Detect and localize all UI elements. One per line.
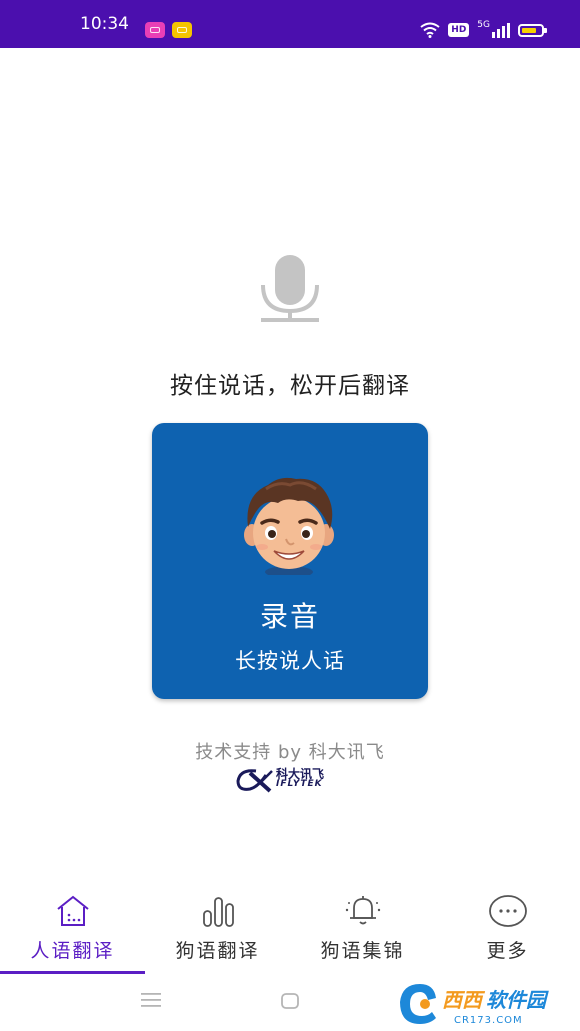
microphone-icon	[261, 255, 319, 322]
iflytek-logo: 科大讯飞 IFLYTEK	[236, 765, 346, 793]
tab-human-translate[interactable]: 人语翻译	[0, 880, 145, 975]
bottom-nav: 人语翻译 狗语翻译 狗语集锦 更多	[0, 880, 580, 975]
instruction-text: 按住说话，松开后翻译	[170, 373, 410, 399]
avatar-icon	[244, 477, 334, 575]
more-icon	[488, 895, 527, 927]
system-nav-bar: 西西 软件园 CR173.COM	[0, 980, 580, 1031]
signal-icon	[492, 23, 510, 38]
iflytek-logo-en: IFLYTEK	[276, 779, 323, 789]
home-icon	[56, 895, 89, 926]
bars-icon	[202, 897, 234, 927]
hd-badge: HD	[448, 23, 470, 37]
status-time: 10:34	[80, 14, 129, 34]
watermark-logo: 西西 软件园 CR173.COM	[400, 984, 549, 1026]
record-title: 录音	[259, 600, 320, 633]
network-type-label: 5G	[477, 19, 490, 30]
tab-label: 人语翻译	[30, 940, 115, 962]
battery-icon	[518, 23, 547, 37]
svg-text:西西: 西西	[442, 988, 486, 1012]
svg-text:CR173.COM: CR173.COM	[454, 1015, 523, 1026]
home-button-icon[interactable]	[281, 993, 299, 1009]
menu-icon[interactable]	[141, 993, 161, 1007]
svg-text:软件园: 软件园	[486, 988, 549, 1012]
bell-icon	[345, 896, 380, 925]
tab-dog-translate[interactable]: 狗语翻译	[145, 880, 290, 975]
tab-label: 更多	[486, 940, 529, 962]
iflytek-mark-icon	[236, 769, 273, 793]
record-subtitle: 长按说人话	[235, 649, 345, 673]
wifi-icon	[420, 22, 440, 38]
tab-label: 狗语集锦	[320, 940, 405, 962]
tab-label: 狗语翻译	[175, 940, 260, 962]
tech-support-text: 技术支持 by 科大讯飞	[195, 742, 385, 763]
message-notification-icon	[172, 22, 192, 38]
status-bar: 10:34 HD 5G	[0, 0, 580, 48]
tab-dog-collection[interactable]: 狗语集锦	[290, 880, 435, 975]
record-button[interactable]: 录音 长按说人话	[152, 423, 428, 699]
active-tab-indicator	[0, 971, 145, 974]
tab-more[interactable]: 更多	[435, 880, 580, 975]
status-icons: HD 5G	[420, 19, 547, 40]
notification-app-icon	[145, 22, 165, 38]
